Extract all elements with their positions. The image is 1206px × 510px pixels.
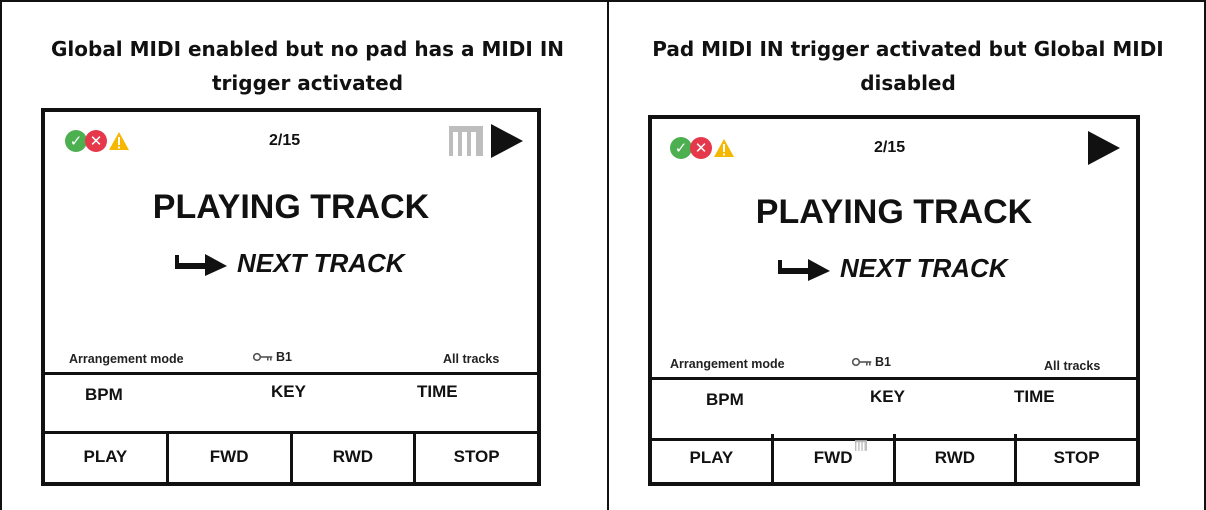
rwd-button[interactable]: RWD [289, 432, 414, 482]
track-count: 2/15 [269, 132, 301, 149]
midi-icon [854, 440, 867, 451]
warning-icon [714, 139, 734, 157]
right-panel-title: Pad MIDI IN trigger activated but Global… [652, 37, 1164, 95]
check-icon: ✓ [670, 137, 692, 159]
transport-buttons: PLAY FWD RWD STOP [652, 434, 1136, 482]
status-icons: ✓ ✕ [670, 137, 735, 159]
play-button[interactable]: PLAY [45, 432, 166, 482]
next-track-label: NEXT TRACK [840, 253, 1008, 283]
bpm-label: BPM [85, 385, 123, 404]
key-label: B1 [875, 355, 891, 369]
key-info-label: KEY [271, 382, 306, 401]
play-icon [491, 124, 523, 158]
left-panel-title: Global MIDI enabled but no pad has a MID… [50, 37, 564, 95]
playing-track-label: PLAYING TRACK [755, 193, 1033, 231]
time-label: TIME [417, 382, 458, 401]
mode-label: Arrangement mode [69, 352, 184, 366]
stop-button[interactable]: STOP [1014, 434, 1136, 482]
play-icon [1088, 131, 1120, 165]
fwd-button[interactable]: FWD [165, 432, 290, 482]
frame-left-border [0, 0, 2, 510]
rwd-button[interactable]: RWD [892, 434, 1015, 482]
info-bar: BPM KEY TIME [652, 377, 1136, 441]
arrow-right-icon [778, 258, 830, 281]
status-icons: ✓ ✕ [65, 130, 130, 152]
stop-button[interactable]: STOP [413, 432, 537, 482]
frame-top-border [0, 0, 1206, 2]
error-icon: ✕ [690, 137, 712, 159]
time-label: TIME [1014, 387, 1055, 406]
frame-divider [607, 0, 609, 510]
fwd-button-label: FWD [813, 448, 853, 467]
warning-icon [109, 132, 129, 150]
tracks-label: All tracks [1044, 359, 1101, 373]
right-device-screen: ✓ ✕ 2/15 PLAYING TRACK NEXT TRACK Arrang… [648, 115, 1140, 486]
track-count: 2/15 [874, 139, 906, 156]
midi-icon [449, 126, 483, 156]
play-button[interactable]: PLAY [652, 434, 771, 482]
key-indicator: B1 [852, 355, 891, 369]
next-track-row: NEXT TRACK [776, 253, 1008, 284]
info-bar: BPM KEY TIME [45, 372, 537, 434]
transport-buttons: PLAY FWD RWD STOP [45, 432, 537, 482]
key-icon [253, 352, 273, 362]
fwd-button[interactable]: FWD [770, 434, 893, 482]
playing-track-label: PLAYING TRACK [152, 188, 430, 226]
key-label: B1 [276, 350, 292, 364]
next-track-label: NEXT TRACK [237, 248, 405, 278]
next-track-row: NEXT TRACK [173, 248, 405, 279]
arrow-right-icon [175, 253, 227, 276]
bpm-label: BPM [706, 390, 744, 409]
left-device-screen: ✓ ✕ 2/15 PLAYING TRACK NEXT TRACK Arrang… [41, 108, 541, 486]
key-icon [852, 357, 872, 367]
key-indicator: B1 [253, 350, 292, 364]
tracks-label: All tracks [443, 352, 500, 366]
mode-label: Arrangement mode [670, 357, 785, 371]
check-icon: ✓ [65, 130, 87, 152]
key-info-label: KEY [870, 387, 905, 406]
error-icon: ✕ [85, 130, 107, 152]
